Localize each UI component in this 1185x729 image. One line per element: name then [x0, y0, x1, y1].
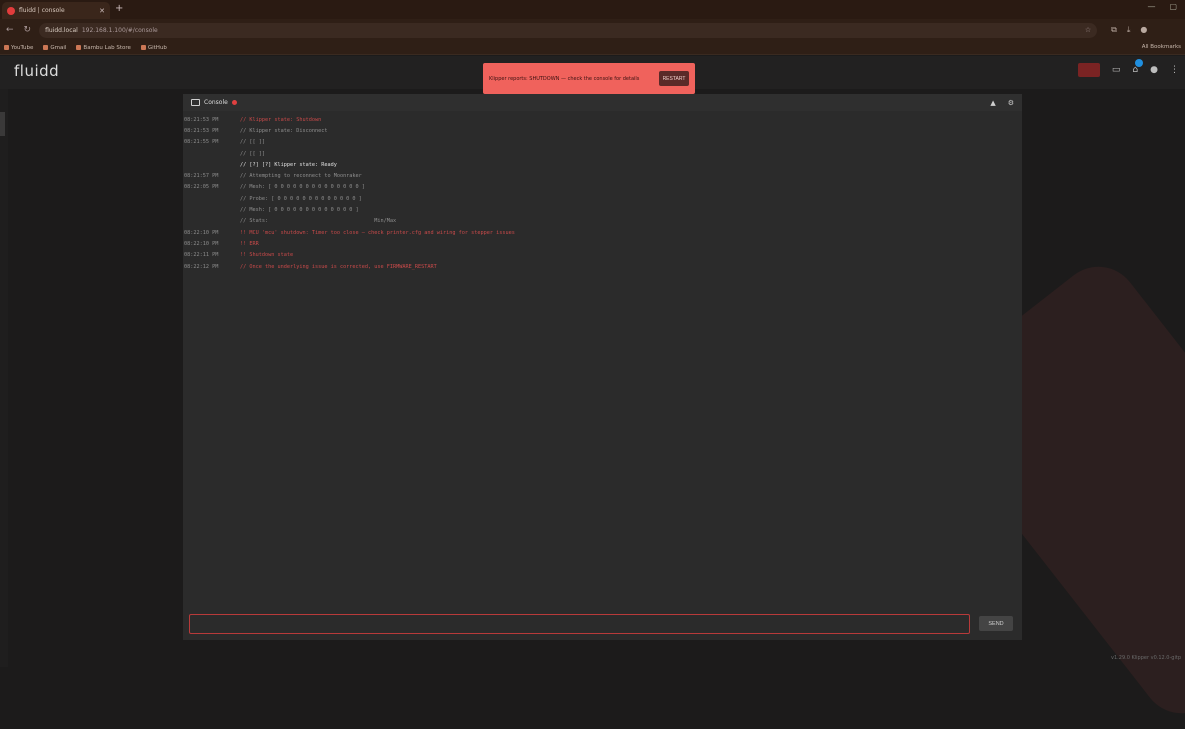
log-timestamp: 08:21:53 PM [184, 127, 219, 134]
header-actions: ▭ ⌂ ● ⋮ [1077, 59, 1179, 77]
toast-restart-button[interactable]: RESTART [659, 71, 689, 86]
log-timestamp: 08:21:53 PM [184, 116, 219, 123]
toast-message: Klipper reports: SHUTDOWN — check the co… [489, 75, 640, 82]
send-button[interactable]: SEND [979, 616, 1013, 631]
console-settings-icon[interactable]: ⚙ [1008, 99, 1014, 107]
more-menu-icon[interactable]: ⋮ [1170, 65, 1179, 75]
console-actions: ▲ ⚙ [990, 99, 1014, 107]
console-command-input[interactable] [189, 614, 970, 634]
address-bar[interactable]: fluidd.local 192.168.1.100/#/console ☆ [39, 22, 1098, 38]
console-log-line: 08:21:53 PM // Klipper state: Shutdown [184, 114, 1014, 125]
log-timestamp: 08:22:10 PM [184, 240, 219, 247]
bookmark-favicon-icon [43, 45, 49, 50]
user-icon[interactable]: ● [1150, 65, 1158, 75]
bookmark-favicon-icon [4, 45, 9, 50]
new-tab-icon[interactable]: + [115, 3, 123, 14]
minimize-icon[interactable]: — [1147, 2, 1155, 11]
bookmark-favicon-icon [140, 45, 146, 50]
console-log-line: 08:22:11 PM !! Shutdown state [184, 250, 1014, 261]
log-timestamp: 08:21:57 PM [184, 173, 219, 180]
clear-console-icon[interactable]: ▲ [990, 99, 995, 107]
console-log-line: // [?] [?] Klipper state: Ready [184, 159, 1014, 170]
window-controls: — ▢ [1147, 2, 1177, 11]
log-message: // Klipper state: Shutdown [240, 116, 322, 123]
reload-icon[interactable]: ↻ [24, 25, 32, 35]
log-message: // Attempting to reconnect to Moonraker [240, 173, 362, 180]
console-log: 08:21:53 PM// Klipper state: Shutdown 08:… [184, 114, 1014, 272]
log-message: // [?] [?] Klipper state: Ready [240, 161, 337, 168]
browser-extension-icons: ⧉ ⤓ ● [1111, 25, 1147, 35]
log-timestamp: 08:22:10 PM [184, 229, 219, 236]
fluidd-favicon-icon [7, 6, 15, 15]
console-log-line: 08:22:10 PM !! MCU 'mcu' shutdown: Timer … [184, 227, 1014, 238]
emergency-stop-button[interactable] [1077, 63, 1100, 77]
chat-icon[interactable]: ▭ [1112, 65, 1121, 75]
notifications-icon[interactable]: ⌂ [1132, 59, 1144, 75]
console-log-line: 08:22:05 PM // Mesh: [ 0 0 0 0 0 0 0 0 0 … [184, 182, 1014, 193]
console-log-line: // Stats: Min/Max [184, 216, 1014, 227]
console-icon [191, 99, 200, 106]
console-header: Console ▲ ⚙ [183, 94, 1022, 111]
log-message: // Stats: Min/Max [240, 218, 397, 225]
bookmark-favicon-icon [76, 45, 82, 50]
app-logo[interactable]: fluidd [14, 62, 59, 80]
bookmark-item[interactable]: GitHub [140, 45, 167, 51]
error-toast: Klipper reports: SHUTDOWN — check the co… [483, 63, 695, 94]
log-message: // Mesh: [ 0 0 0 0 0 0 0 0 0 0 0 0 0 ] [240, 207, 359, 214]
log-message: !! ERR [240, 240, 259, 247]
console-log-line: 08:21:57 PM // Attempting to reconnect to… [184, 170, 1014, 181]
log-message: // [[ ]] [240, 150, 265, 157]
log-message: // Klipper state: Disconnect [240, 127, 328, 134]
url-site: fluidd.local [45, 26, 78, 34]
browser-tab-title: fluidd | console [19, 7, 65, 14]
bookmark-star-icon[interactable]: ☆ [1085, 26, 1091, 34]
nav-rail-item[interactable] [0, 112, 5, 136]
browser-tab[interactable]: fluidd | console ✕ [2, 2, 110, 19]
console-log-line: // Probe: [ 0 0 0 0 0 0 0 0 0 0 0 0 0 ] [184, 193, 1014, 204]
extension-icon[interactable]: ⧉ [1111, 25, 1117, 35]
bookmarks-bar: YouTube Gmail Bambu Lab Store GitHub All… [0, 41, 1185, 55]
console-log-line: 08:21:55 PM // [[ ]] [184, 137, 1014, 148]
log-timestamp: 08:22:11 PM [184, 252, 219, 259]
log-timestamp: 08:21:55 PM [184, 139, 219, 146]
back-icon[interactable]: ← [6, 25, 14, 35]
bookmark-item[interactable]: Gmail [43, 45, 66, 51]
browser-tab-bar [0, 0, 1185, 19]
maximize-icon[interactable]: ▢ [1169, 2, 1177, 11]
download-icon[interactable]: ⤓ [1127, 25, 1131, 35]
log-message: // Probe: [ 0 0 0 0 0 0 0 0 0 0 0 0 0 ] [240, 195, 362, 202]
all-bookmarks-button[interactable]: All Bookmarks [1142, 44, 1181, 50]
log-message: // [[ ]] [240, 139, 265, 146]
profile-icon[interactable]: ● [1140, 25, 1147, 35]
url-path: 192.168.1.100/#/console [81, 26, 158, 34]
console-log-line: // Mesh: [ 0 0 0 0 0 0 0 0 0 0 0 0 0 ] [184, 204, 1014, 215]
log-message: !! MCU 'mcu' shutdown: Timer too close —… [240, 229, 515, 236]
nav-rail [0, 89, 8, 667]
console-log-line: // [[ ]] [184, 148, 1014, 159]
console-title: Console [204, 99, 228, 106]
log-message: // Mesh: [ 0 0 0 0 0 0 0 0 0 0 0 0 0 0 ] [240, 184, 365, 191]
bookmark-item[interactable]: Bambu Lab Store [76, 45, 131, 51]
log-timestamp: 08:22:12 PM [184, 263, 219, 270]
browser-toolbar: ← ↻ fluidd.local 192.168.1.100/#/console… [0, 19, 1185, 41]
bookmark-item[interactable]: YouTube [4, 45, 33, 51]
console-log-line: 08:22:12 PM // Once the underlying issue … [184, 261, 1014, 272]
log-timestamp: 08:22:05 PM [184, 184, 219, 191]
console-alert-icon [231, 100, 237, 105]
close-tab-icon[interactable]: ✕ [99, 7, 105, 15]
log-message: !! Shutdown state [240, 252, 294, 259]
console-log-line: 08:22:10 PM !! ERR [184, 238, 1014, 249]
log-message: // Once the underlying issue is correcte… [240, 263, 437, 270]
console-log-line: 08:21:53 PM // Klipper state: Disconnect [184, 125, 1014, 136]
version-footer: v1.29.0 Klipper v0.12.0-gitp [1111, 655, 1181, 661]
notification-badge [1135, 59, 1144, 67]
